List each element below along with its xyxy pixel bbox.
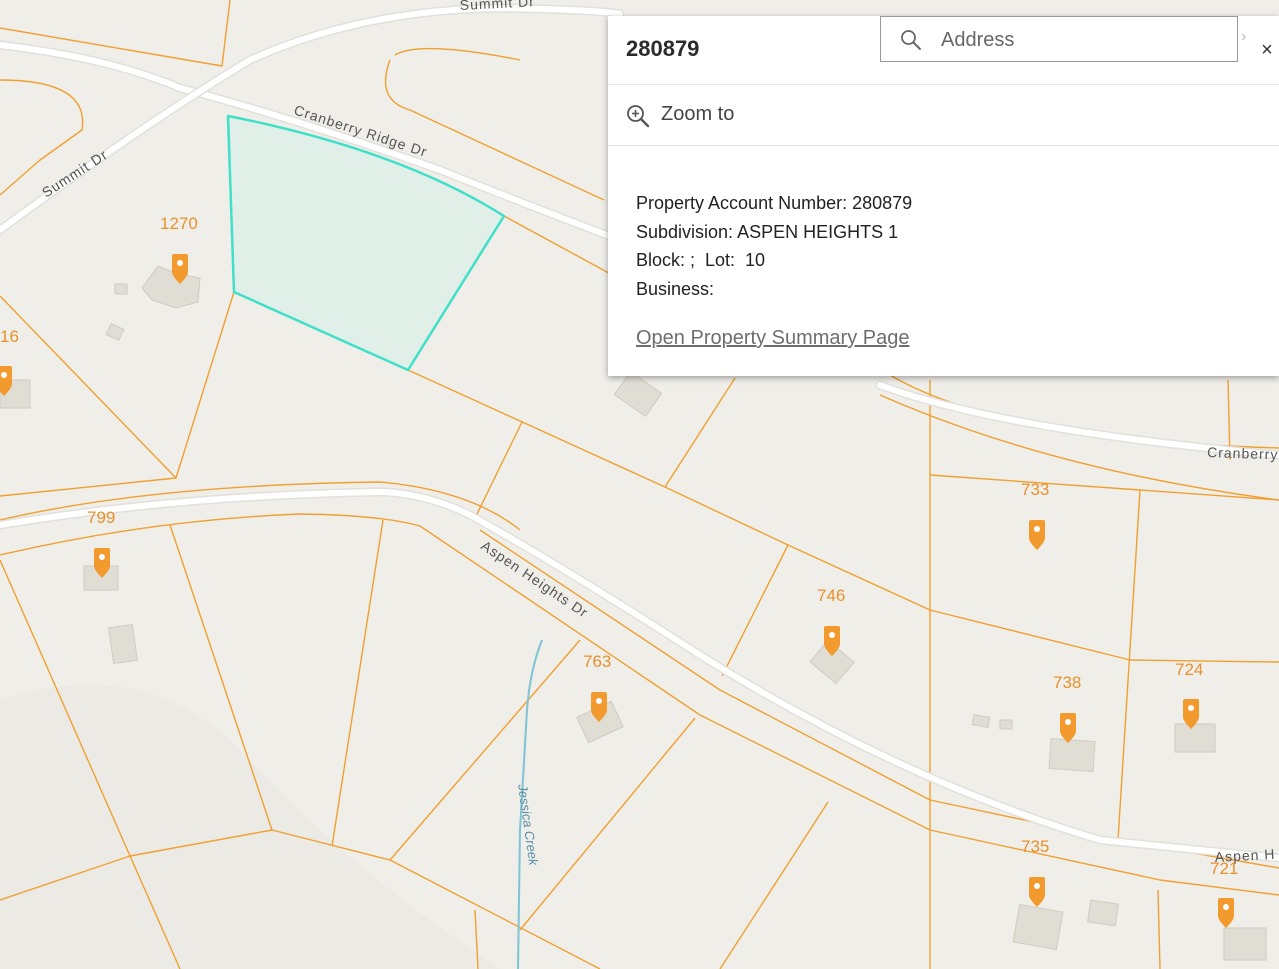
address-label: 799	[87, 508, 115, 527]
address-label: 724	[1175, 660, 1203, 679]
address-search	[880, 16, 1238, 62]
address-label: 721	[1210, 859, 1238, 878]
popup-body: Property Account Number: 280879 Subdivis…	[608, 146, 1279, 353]
popup-title: 280879	[626, 36, 700, 61]
close-icon[interactable]: ×	[1255, 38, 1279, 62]
address-label: 733	[1021, 480, 1049, 499]
address-label: 738	[1053, 673, 1081, 692]
zoom-to-button[interactable]: Zoom to	[608, 85, 1279, 146]
address-label: 746	[817, 586, 845, 605]
open-property-summary-link[interactable]: Open Property Summary Page	[636, 324, 909, 353]
property-account-number: Property Account Number: 280879	[636, 193, 913, 213]
address-search-input[interactable]	[939, 23, 1233, 57]
search-icon	[901, 30, 921, 50]
zoom-to-label: Zoom to	[661, 103, 735, 125]
subdivision: Subdivision: ASPEN HEIGHTS 1	[636, 221, 899, 242]
address-label: 1270	[160, 214, 198, 233]
address-label: 735	[1021, 837, 1049, 856]
zoom-in-icon	[627, 105, 650, 128]
block-lot: Block: ; Lot: 10	[636, 250, 766, 270]
road-label-cranberry-right: Cranberry	[1207, 444, 1279, 462]
address-label: 763	[583, 652, 611, 671]
chevron-right-icon[interactable]: ›	[1241, 28, 1251, 46]
business: Business:	[636, 278, 715, 299]
property-popup: 280879 × Zoom to Property Account Number…	[608, 16, 1279, 376]
address-label: 16	[0, 327, 19, 346]
